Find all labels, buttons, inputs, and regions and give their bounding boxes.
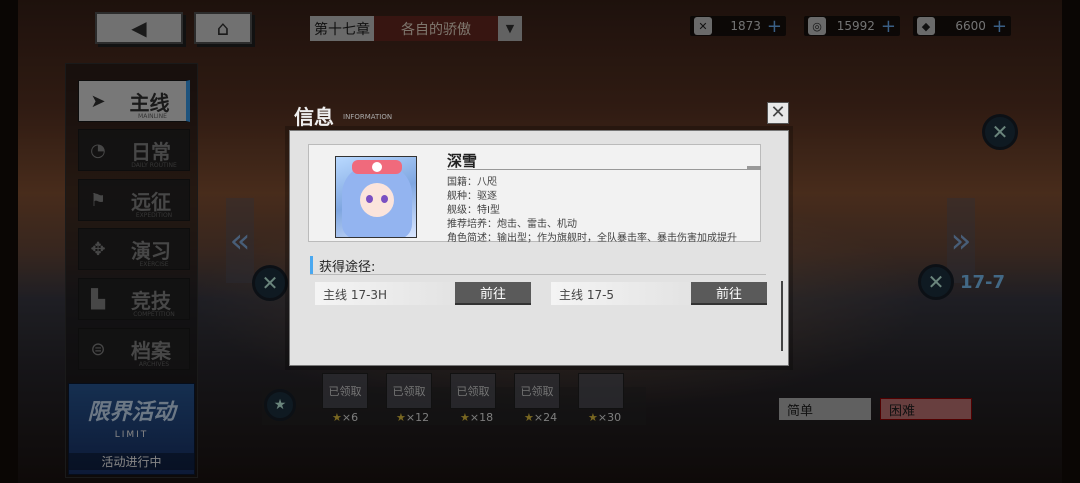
source-title: 获得途径:: [310, 256, 375, 275]
close-button[interactable]: ✕: [767, 102, 789, 124]
ship-name: 深雪: [447, 152, 478, 170]
source-divider: [310, 274, 766, 275]
name-divider-mark: [747, 166, 761, 170]
dialog-title-en: INFORMATION: [343, 113, 393, 121]
source-item: 主线 17-5 前往: [551, 282, 767, 305]
source-item: 主线 17-3H 前往: [315, 282, 531, 305]
source-label: 主线 17-3H: [323, 288, 388, 302]
ship-recommended: 推荐培养：炮击、雷击、机动: [447, 219, 577, 230]
info-dialog: 深雪 国籍：八咫 舰种：驱逐 舰级：特I型 推荐培养：炮击、雷击、机动 角色简述…: [289, 130, 789, 366]
scrollbar[interactable]: [781, 281, 783, 351]
ship-portrait: [335, 156, 417, 238]
ship-class: 舰级：特I型: [447, 205, 500, 216]
ship-description: 角色简述：输出型；作为旗舰时，全队暴击率、暴击伤害加成提升: [447, 233, 737, 244]
name-divider: [447, 169, 761, 170]
ship-card: 深雪 国籍：八咫 舰种：驱逐 舰级：特I型 推荐培养：炮击、雷击、机动 角色简述…: [308, 144, 761, 244]
goto-button[interactable]: 前往: [455, 282, 531, 305]
close-icon: ✕: [770, 102, 786, 123]
dialog-title: 信息: [294, 105, 334, 129]
goto-button[interactable]: 前往: [691, 282, 767, 305]
ship-nationality: 国籍：八咫: [447, 177, 497, 188]
source-label: 主线 17-5: [559, 288, 615, 302]
ship-type: 舰种：驱逐: [447, 191, 497, 202]
